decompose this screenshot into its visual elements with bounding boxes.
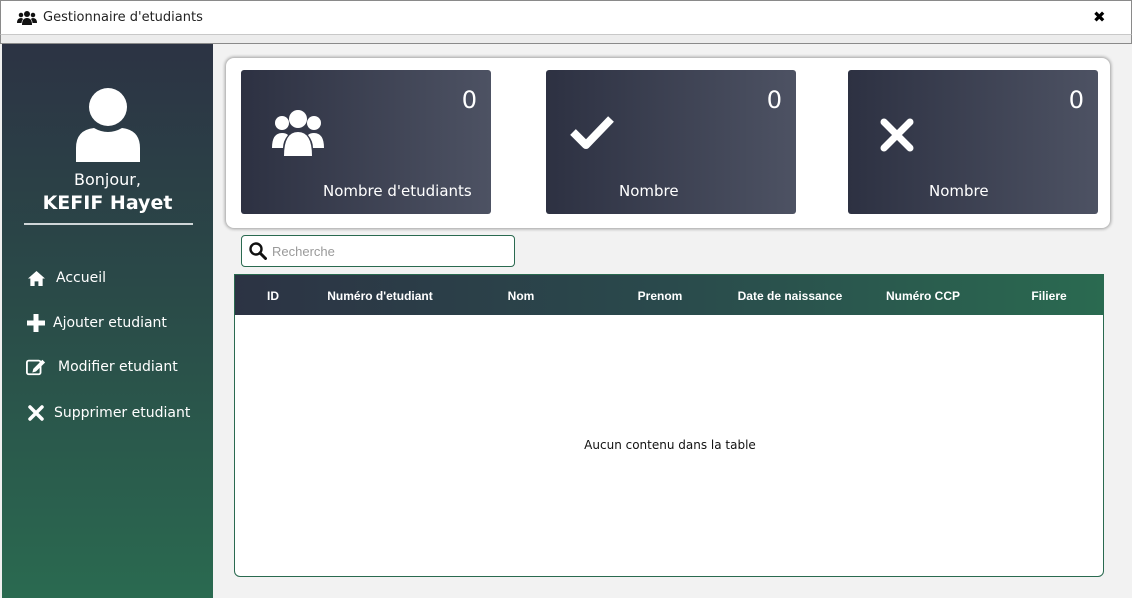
close-button[interactable]: ✖: [1093, 10, 1107, 25]
stat-count: 0: [766, 86, 782, 114]
sidebar-item-label: Supprimer etudiant: [54, 405, 191, 421]
search-box[interactable]: [241, 235, 515, 267]
stats-panel: 0 Nombre d'etudiants 0 Nombre 0 Nombre: [226, 58, 1110, 228]
stat-label: Nombre: [619, 182, 679, 200]
stat-card-validated: 0 Nombre: [546, 70, 796, 214]
plus-icon: [26, 313, 46, 333]
column-header-numero-ccp[interactable]: Numéro CCP: [871, 275, 975, 315]
users-icon: [17, 10, 37, 25]
stat-count: 0: [1068, 86, 1084, 114]
sidebar-item-supprimer[interactable]: Supprimer etudiant: [26, 403, 190, 423]
column-header-numero-etudiant[interactable]: Numéro d'etudiant: [315, 275, 445, 315]
times-icon: [880, 118, 914, 152]
column-header-nom[interactable]: Nom: [485, 275, 557, 315]
sidebar: Bonjour, KEFIF Hayet Accueil Ajouter etu…: [2, 44, 213, 598]
user-avatar-icon: [76, 88, 140, 162]
toolbar-strip: [0, 34, 1132, 44]
column-header-id[interactable]: ID: [249, 275, 297, 315]
sidebar-item-label: Ajouter etudiant: [53, 315, 167, 331]
search-input[interactable]: [272, 243, 502, 259]
stat-card-students: 0 Nombre d'etudiants: [241, 70, 491, 214]
sidebar-item-label: Accueil: [56, 270, 106, 286]
greeting-text: Bonjour,: [74, 170, 141, 189]
check-icon: [570, 116, 614, 149]
column-header-prenom[interactable]: Prenom: [620, 275, 700, 315]
empty-table-message: Aucun contenu dans la table: [584, 438, 756, 452]
sidebar-item-accueil[interactable]: Accueil: [26, 268, 106, 288]
edit-icon: [26, 357, 46, 377]
search-icon: [249, 242, 267, 260]
users-icon: [272, 110, 324, 156]
home-icon: [26, 268, 46, 288]
stat-label: Nombre: [929, 182, 989, 200]
stat-label: Nombre d'etudiants: [323, 182, 472, 200]
stat-count: 0: [461, 86, 477, 114]
window-titlebar: Gestionnaire d'etudiants ✖: [0, 0, 1132, 34]
column-header-filiere[interactable]: Filiere: [1015, 275, 1083, 315]
table-header: ID Numéro d'etudiant Nom Prenom Date de …: [235, 275, 1103, 315]
sidebar-item-modifier[interactable]: Modifier etudiant: [26, 357, 178, 377]
column-header-date-naissance[interactable]: Date de naissance: [725, 275, 855, 315]
window-title: Gestionnaire d'etudiants: [43, 10, 203, 25]
sidebar-item-ajouter[interactable]: Ajouter etudiant: [26, 313, 167, 333]
stat-card-rejected: 0 Nombre: [848, 70, 1098, 214]
user-name: KEFIF Hayet: [42, 192, 173, 214]
students-table[interactable]: ID Numéro d'etudiant Nom Prenom Date de …: [234, 274, 1104, 577]
main-content: 0 Nombre d'etudiants 0 Nombre 0 Nombre R…: [213, 44, 1132, 598]
sidebar-item-label: Modifier etudiant: [58, 359, 178, 375]
times-icon: [26, 403, 46, 423]
divider: [24, 223, 193, 225]
